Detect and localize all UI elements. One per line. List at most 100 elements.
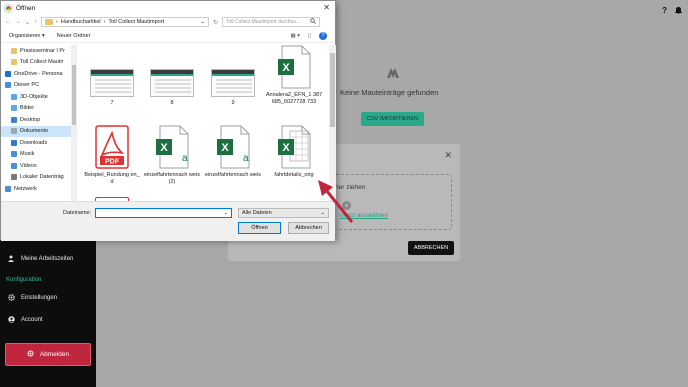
close-icon[interactable]: ✕: [444, 150, 452, 161]
organize-button[interactable]: Organisieren ▾: [9, 33, 45, 39]
folder-icon: [11, 59, 17, 66]
navigation-pane: Praxisseminar I Pr Toll Collect Mautir One…: [1, 45, 77, 201]
file-item[interactable]: Xa einzelfahrtennach weis: [204, 125, 262, 179]
app-logo-icon: [386, 66, 400, 80]
cube-icon: [11, 93, 17, 100]
nav-item[interactable]: Lokaler Datenträg: [1, 172, 76, 184]
nav-item[interactable]: Praxisseminar I Pr: [1, 45, 76, 57]
nav-item[interactable]: Netzwerk: [1, 183, 76, 195]
nav-item-label: OneDrive - Persona: [14, 70, 63, 77]
file-item[interactable]: 8: [143, 69, 201, 107]
nav-item-label: Toll Collect Mautir: [20, 59, 64, 66]
nav-item[interactable]: OneDrive - Persona: [1, 68, 76, 80]
nav-item-label: Videos: [20, 162, 37, 169]
file-item[interactable]: X AnnaleraZ_EFN_1 387685_6027728 733: [265, 45, 323, 105]
close-icon[interactable]: ✕: [323, 3, 330, 12]
file-name: Beispiel_Rundung en_d: [84, 172, 140, 185]
file-item[interactable]: Xfahrtdetails_orig: [265, 125, 323, 179]
excel-file-icon: X: [276, 125, 312, 169]
breadcrumb-item[interactable]: Toll Collect Mautimport: [108, 19, 164, 25]
select-file-link[interactable]: ollect auswählen: [340, 212, 388, 219]
excel-file-icon: Xa: [154, 125, 190, 169]
refresh-icon[interactable]: ↻: [213, 19, 218, 26]
filename-label: Dateiname:: [63, 210, 92, 216]
documents-icon: [11, 128, 17, 135]
chevron-down-icon[interactable]: ⌄: [224, 210, 228, 216]
filename-input[interactable]: ⌄: [95, 208, 232, 218]
cancel-button[interactable]: Abbrechen: [288, 222, 329, 234]
music-icon: [11, 151, 17, 158]
dialog-title-bar: Öffnen ✕: [1, 1, 335, 15]
nav-item-label: 3D-Objekte: [20, 93, 48, 100]
breadcrumb[interactable]: › Handbuchartikel › Toll Collect Mautimp…: [41, 17, 210, 27]
nav-item[interactable]: Desktop: [1, 114, 76, 126]
chevron-down-icon[interactable]: ⌄: [200, 19, 205, 25]
gear-icon: [8, 294, 15, 301]
file-scrollbar[interactable]: [329, 45, 336, 201]
chevron-down-icon: ⌄: [320, 210, 325, 216]
nav-item-label: Desktop: [20, 116, 41, 123]
folder-icon: [45, 19, 54, 25]
back-icon[interactable]: ←: [5, 19, 11, 25]
file-item[interactable]: PDF Beispiel_Rundung en_d: [83, 125, 141, 185]
nav-item[interactable]: Downloads: [1, 137, 76, 149]
nav-item[interactable]: Videos: [1, 160, 76, 172]
person-clock-icon: [8, 255, 15, 262]
svg-text:a: a: [182, 153, 188, 164]
empty-state-text: Keine Mauteinträge gefunden: [340, 88, 439, 97]
help-icon[interactable]: ?: [319, 31, 327, 40]
dialog-title: Öffnen: [16, 4, 36, 12]
pdf-file-icon: PDF: [94, 125, 130, 169]
search-icon: [310, 18, 316, 26]
file-item[interactable]: Xa einzelfahrtennach weis (2): [143, 125, 201, 185]
file-item[interactable]: 9: [204, 69, 262, 107]
chevron-down-icon[interactable]: ⌄: [25, 19, 30, 26]
nav-item[interactable]: Bilder: [1, 103, 76, 115]
file-name: einzelfahrtennach weis (2): [144, 172, 200, 185]
download-icon: [11, 139, 17, 146]
image-thumbnail-icon: [150, 69, 194, 97]
plus-icon: +: [342, 201, 351, 210]
address-row: ← → ⌄ ↑ › Handbuchartikel › Toll Collect…: [1, 15, 335, 29]
topbar-icons: ?: [662, 6, 682, 16]
sidebar-item-account[interactable]: Account: [8, 316, 43, 323]
help-icon[interactable]: ?: [662, 6, 667, 16]
new-folder-button[interactable]: Neuer Ordner: [57, 33, 91, 39]
sidebar-item-einstellungen[interactable]: Einstellungen: [8, 294, 57, 301]
sidebar-item-label: Einstellungen: [21, 294, 58, 301]
nav-scrollbar[interactable]: [71, 45, 77, 201]
nav-item-label: Musik: [20, 151, 35, 158]
nav-item[interactable]: Toll Collect Mautir: [1, 57, 76, 69]
nav-item[interactable]: 3D-Objekte: [1, 91, 76, 103]
nav-item-label: Dieser PC: [14, 82, 40, 89]
svg-text:X: X: [282, 62, 290, 74]
view-options-icon[interactable]: ▦ ▾: [290, 33, 300, 39]
sidebar-item-label: Meine Arbeitszeiten: [21, 255, 74, 262]
nav-item[interactable]: Dieser PC: [1, 80, 76, 92]
modal-cancel-button[interactable]: ABBRECHEN: [408, 241, 454, 255]
nav-item[interactable]: Musik: [1, 149, 76, 161]
nav-item-label: Bilder: [20, 105, 35, 112]
excel-file-icon: X: [276, 45, 312, 89]
pc-icon: [5, 82, 11, 89]
search-input[interactable]: Toll Collect Mautimport durchsu...: [222, 17, 321, 27]
bell-icon[interactable]: [675, 6, 682, 16]
up-icon[interactable]: ↑: [34, 19, 37, 25]
svg-text:a: a: [243, 153, 249, 164]
nav-item-label: Praxisseminar I Pr: [20, 47, 65, 54]
file-type-select[interactable]: Alle Dateien ⌄: [238, 208, 329, 218]
csv-import-button[interactable]: CSV IMPORTIEREN: [361, 112, 424, 126]
file-item[interactable]: 7: [83, 69, 141, 107]
file-name: 8: [170, 100, 174, 106]
logout-button[interactable]: Abmelden: [5, 343, 91, 366]
breadcrumb-item[interactable]: Handbuchartikel: [61, 19, 101, 25]
sidebar-section-title: Konfiguration: [6, 277, 42, 283]
file-name: AnnaleraZ_EFN_1 387685_6027728 733: [265, 92, 323, 105]
preview-pane-icon[interactable]: ▯: [308, 33, 311, 39]
forward-icon[interactable]: →: [15, 19, 21, 25]
sidebar-item-arbeitszeiten[interactable]: Meine Arbeitszeiten: [8, 255, 73, 262]
nav-item-label: Lokaler Datenträg: [20, 174, 64, 181]
nav-item[interactable]: Dokumente: [1, 125, 76, 137]
svg-text:X: X: [282, 142, 290, 154]
open-button[interactable]: Öffnen: [238, 222, 281, 234]
